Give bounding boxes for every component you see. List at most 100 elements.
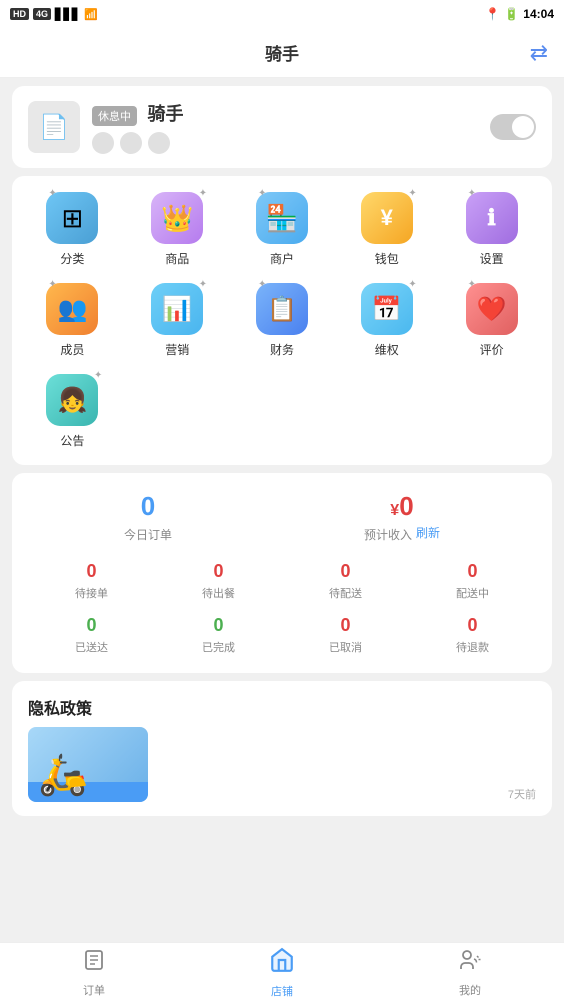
menu-label-shangpin: 商品 — [165, 250, 189, 267]
scooter-icon: 🛵 — [38, 751, 88, 798]
stats-waiting-accept: 0 待接单 — [28, 561, 155, 601]
sparkle-icon: ✦ — [408, 188, 416, 199]
stats-waiting-delivery: 0 待配送 — [282, 561, 409, 601]
rider-toggle[interactable] — [490, 114, 536, 140]
stats-cancelled: 0 已取消 — [282, 615, 409, 655]
menu-item-yingxiao[interactable]: 📊 ✦ 营销 — [125, 283, 230, 358]
location-icon: 📍 — [485, 7, 500, 21]
sparkle-icon: ✦ — [408, 279, 416, 290]
caiwu-icon-wrap: 📋 ✦ — [256, 283, 308, 335]
menu-item-caiwu[interactable]: 📋 ✦ 财务 — [230, 283, 335, 358]
refresh-button[interactable]: 刷新 — [416, 524, 440, 541]
cancelled-value: 0 — [282, 615, 409, 636]
refund-pending-value: 0 — [409, 615, 536, 636]
privacy-left: 隐私政策 🛵 — [28, 695, 148, 802]
nav-item-shop[interactable]: 店铺 — [188, 947, 376, 999]
refund-pending-label: 待退款 — [409, 639, 536, 655]
menu-item-pingjia[interactable]: ❤️ ✦ 评价 — [439, 283, 544, 358]
waiting-accept-label: 待接单 — [28, 585, 155, 601]
sparkle-icon: ✦ — [468, 279, 522, 290]
orders-nav-icon — [82, 948, 106, 979]
menu-section: ⊞ ✦ 分类 👑 ✦ 商品 🏪 ✦ — [12, 176, 552, 465]
sparkle-icon: ✦ — [94, 370, 102, 381]
signal-icon: ▋▋▋ — [55, 8, 80, 21]
menu-item-gonggao[interactable]: 👧 ✦ 公告 — [20, 374, 125, 449]
waiting-meal-label: 待出餐 — [155, 585, 282, 601]
qianbao-icon-wrap: ¥ ✦ — [361, 192, 413, 244]
menu-item-chengyuan[interactable]: 👥 ✦ 成员 — [20, 283, 125, 358]
dot-1 — [92, 132, 114, 154]
shanghu-icon-wrap: 🏪 ✦ — [256, 192, 308, 244]
rider-card: 📄 休息中 骑手 — [12, 86, 552, 168]
delivered-value: 0 — [28, 615, 155, 636]
income-value: 0 — [399, 491, 413, 521]
stats-waiting-meal: 0 待出餐 — [155, 561, 282, 601]
menu-item-weiquan[interactable]: 📅 ✦ 维权 — [334, 283, 439, 358]
orders-nav-label: 订单 — [83, 982, 105, 998]
shop-nav-label: 店铺 — [271, 983, 293, 999]
stats-delivering: 0 配送中 — [409, 561, 536, 601]
menu-label-fenlei: 分类 — [60, 250, 84, 267]
stats-top: 0 今日订单 ¥0 预计收入 刷新 — [28, 491, 536, 543]
sparkle-icon: ✦ — [258, 188, 312, 199]
status-bar: HD 4G ▋▋▋ 📶 📍 🔋 14:04 — [0, 0, 564, 28]
menu-item-shanghu[interactable]: 🏪 ✦ 商户 — [230, 192, 335, 267]
delivered-label: 已送达 — [28, 639, 155, 655]
pingjia-icon-wrap: ❤️ ✦ — [466, 283, 518, 335]
waiting-delivery-label: 待配送 — [282, 585, 409, 601]
today-orders-value: 0 — [124, 491, 172, 522]
qianbao-icon: ¥ — [381, 205, 393, 231]
fenlei-icon-wrap: ⊞ ✦ — [46, 192, 98, 244]
menu-item-shezhi[interactable]: ℹ ✦ 设置 — [439, 192, 544, 267]
expected-income-item: ¥0 预计收入 刷新 — [364, 491, 440, 543]
menu-item-qianbao[interactable]: ¥ ✦ 钱包 — [334, 192, 439, 267]
menu-item-shangpin[interactable]: 👑 ✦ 商品 — [125, 192, 230, 267]
waiting-delivery-value: 0 — [282, 561, 409, 582]
completed-value: 0 — [155, 615, 282, 636]
weiquan-icon-wrap: 📅 ✦ — [361, 283, 413, 335]
pingjia-icon: ❤️ — [477, 295, 507, 324]
yuan-symbol: ¥ — [390, 502, 399, 519]
delivering-value: 0 — [409, 561, 536, 582]
menu-item-fenlei[interactable]: ⊞ ✦ 分类 — [20, 192, 125, 267]
sparkle-icon: ✦ — [258, 279, 312, 290]
menu-label-yingxiao: 营销 — [165, 341, 189, 358]
stats-completed: 0 已完成 — [155, 615, 282, 655]
time-display: 14:04 — [523, 7, 554, 21]
menu-label-gonggao: 公告 — [60, 432, 84, 449]
sparkle-icon: ✦ — [199, 279, 207, 290]
stats-section: 0 今日订单 ¥0 预计收入 刷新 0 待接单 — [12, 473, 552, 673]
rider-info: 休息中 骑手 — [92, 100, 478, 154]
menu-grid: ⊞ ✦ 分类 👑 ✦ 商品 🏪 ✦ — [20, 192, 544, 449]
income-label: 预计收入 — [364, 526, 412, 543]
sparkle-icon: ✦ — [199, 188, 207, 199]
nav-item-mine[interactable]: 我的 — [376, 948, 564, 998]
mine-nav-label: 我的 — [459, 982, 481, 998]
today-orders-item: 0 今日订单 — [124, 491, 172, 543]
menu-label-caiwu: 财务 — [270, 341, 294, 358]
privacy-time: 7天前 — [508, 786, 536, 802]
avatar: 📄 — [28, 101, 80, 153]
yingxiao-icon-wrap: 📊 ✦ — [151, 283, 203, 335]
sparkle-icon: ✦ — [48, 188, 102, 199]
network-badge: 4G — [33, 8, 51, 20]
privacy-card[interactable]: 隐私政策 🛵 7天前 — [12, 681, 552, 816]
chengyuan-icon: 👥 — [57, 295, 87, 324]
completed-label: 已完成 — [155, 639, 282, 655]
gonggao-icon-wrap: 👧 ✦ — [46, 374, 98, 426]
bottom-nav: 订单 店铺 我的 — [0, 942, 564, 1002]
shanghu-icon: 🏪 — [266, 203, 298, 234]
shangpin-icon-wrap: 👑 ✦ — [151, 192, 203, 244]
switch-icon[interactable]: ⇄ — [530, 40, 548, 66]
dot-3 — [148, 132, 170, 154]
hd-badge: HD — [10, 8, 29, 20]
rider-status-tag: 休息中 — [92, 106, 137, 126]
fenlei-icon: ⊞ — [61, 203, 83, 234]
shezhi-icon: ℹ — [487, 205, 495, 231]
today-orders-label: 今日订单 — [124, 526, 172, 543]
shezhi-icon-wrap: ℹ ✦ — [466, 192, 518, 244]
status-left: HD 4G ▋▋▋ 📶 — [10, 8, 98, 21]
cancelled-label: 已取消 — [282, 639, 409, 655]
gonggao-icon: 👧 — [57, 386, 87, 415]
nav-item-orders[interactable]: 订单 — [0, 948, 188, 998]
